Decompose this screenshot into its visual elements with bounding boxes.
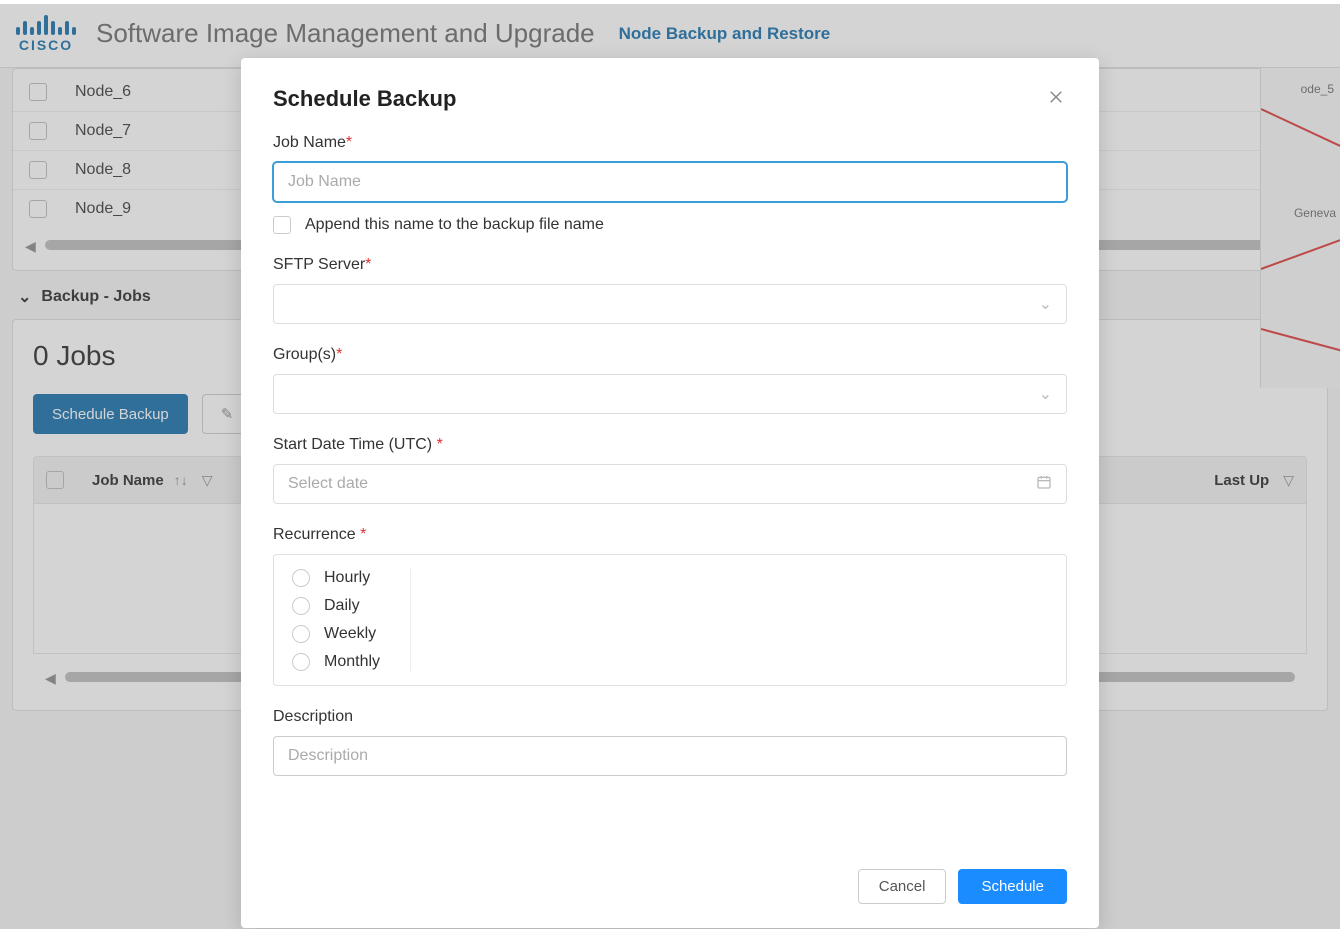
close-button[interactable] xyxy=(1045,86,1067,114)
modal-title: Schedule Backup xyxy=(273,86,456,112)
modal-overlay: Schedule Backup Job Name* Append this na… xyxy=(0,4,1340,929)
recurrence-monthly[interactable]: Monthly xyxy=(292,653,380,671)
job-name-label: Job Name* xyxy=(273,134,1067,152)
schedule-backup-modal: Schedule Backup Job Name* Append this na… xyxy=(241,58,1099,928)
groups-select[interactable]: ⌄ xyxy=(273,374,1067,414)
append-name-label: Append this name to the backup file name xyxy=(305,216,604,234)
sftp-server-label: SFTP Server* xyxy=(273,256,1067,274)
start-date-input[interactable]: Select date xyxy=(273,464,1067,504)
cancel-button[interactable]: Cancel xyxy=(858,869,947,904)
append-name-checkbox[interactable] xyxy=(273,216,291,234)
description-input[interactable] xyxy=(273,736,1067,776)
calendar-icon xyxy=(1036,474,1052,495)
chevron-down-icon: ⌄ xyxy=(1039,294,1052,314)
radio-icon xyxy=(292,625,310,643)
radio-icon xyxy=(292,653,310,671)
recurrence-group: Hourly Daily Weekly Monthly xyxy=(273,554,1067,686)
radio-icon xyxy=(292,569,310,587)
recurrence-label: Recurrence * xyxy=(273,526,1067,544)
radio-icon xyxy=(292,597,310,615)
start-date-label: Start Date Time (UTC) * xyxy=(273,436,1067,454)
start-date-placeholder: Select date xyxy=(288,475,368,493)
recurrence-hourly[interactable]: Hourly xyxy=(292,569,380,587)
chevron-down-icon: ⌄ xyxy=(1039,384,1052,404)
recurrence-daily[interactable]: Daily xyxy=(292,597,380,615)
groups-label: Group(s)* xyxy=(273,346,1067,364)
recurrence-weekly[interactable]: Weekly xyxy=(292,625,380,643)
description-label: Description xyxy=(273,708,1067,726)
close-icon xyxy=(1047,88,1065,106)
sftp-server-select[interactable]: ⌄ xyxy=(273,284,1067,324)
schedule-button[interactable]: Schedule xyxy=(958,869,1067,904)
job-name-input[interactable] xyxy=(273,162,1067,202)
